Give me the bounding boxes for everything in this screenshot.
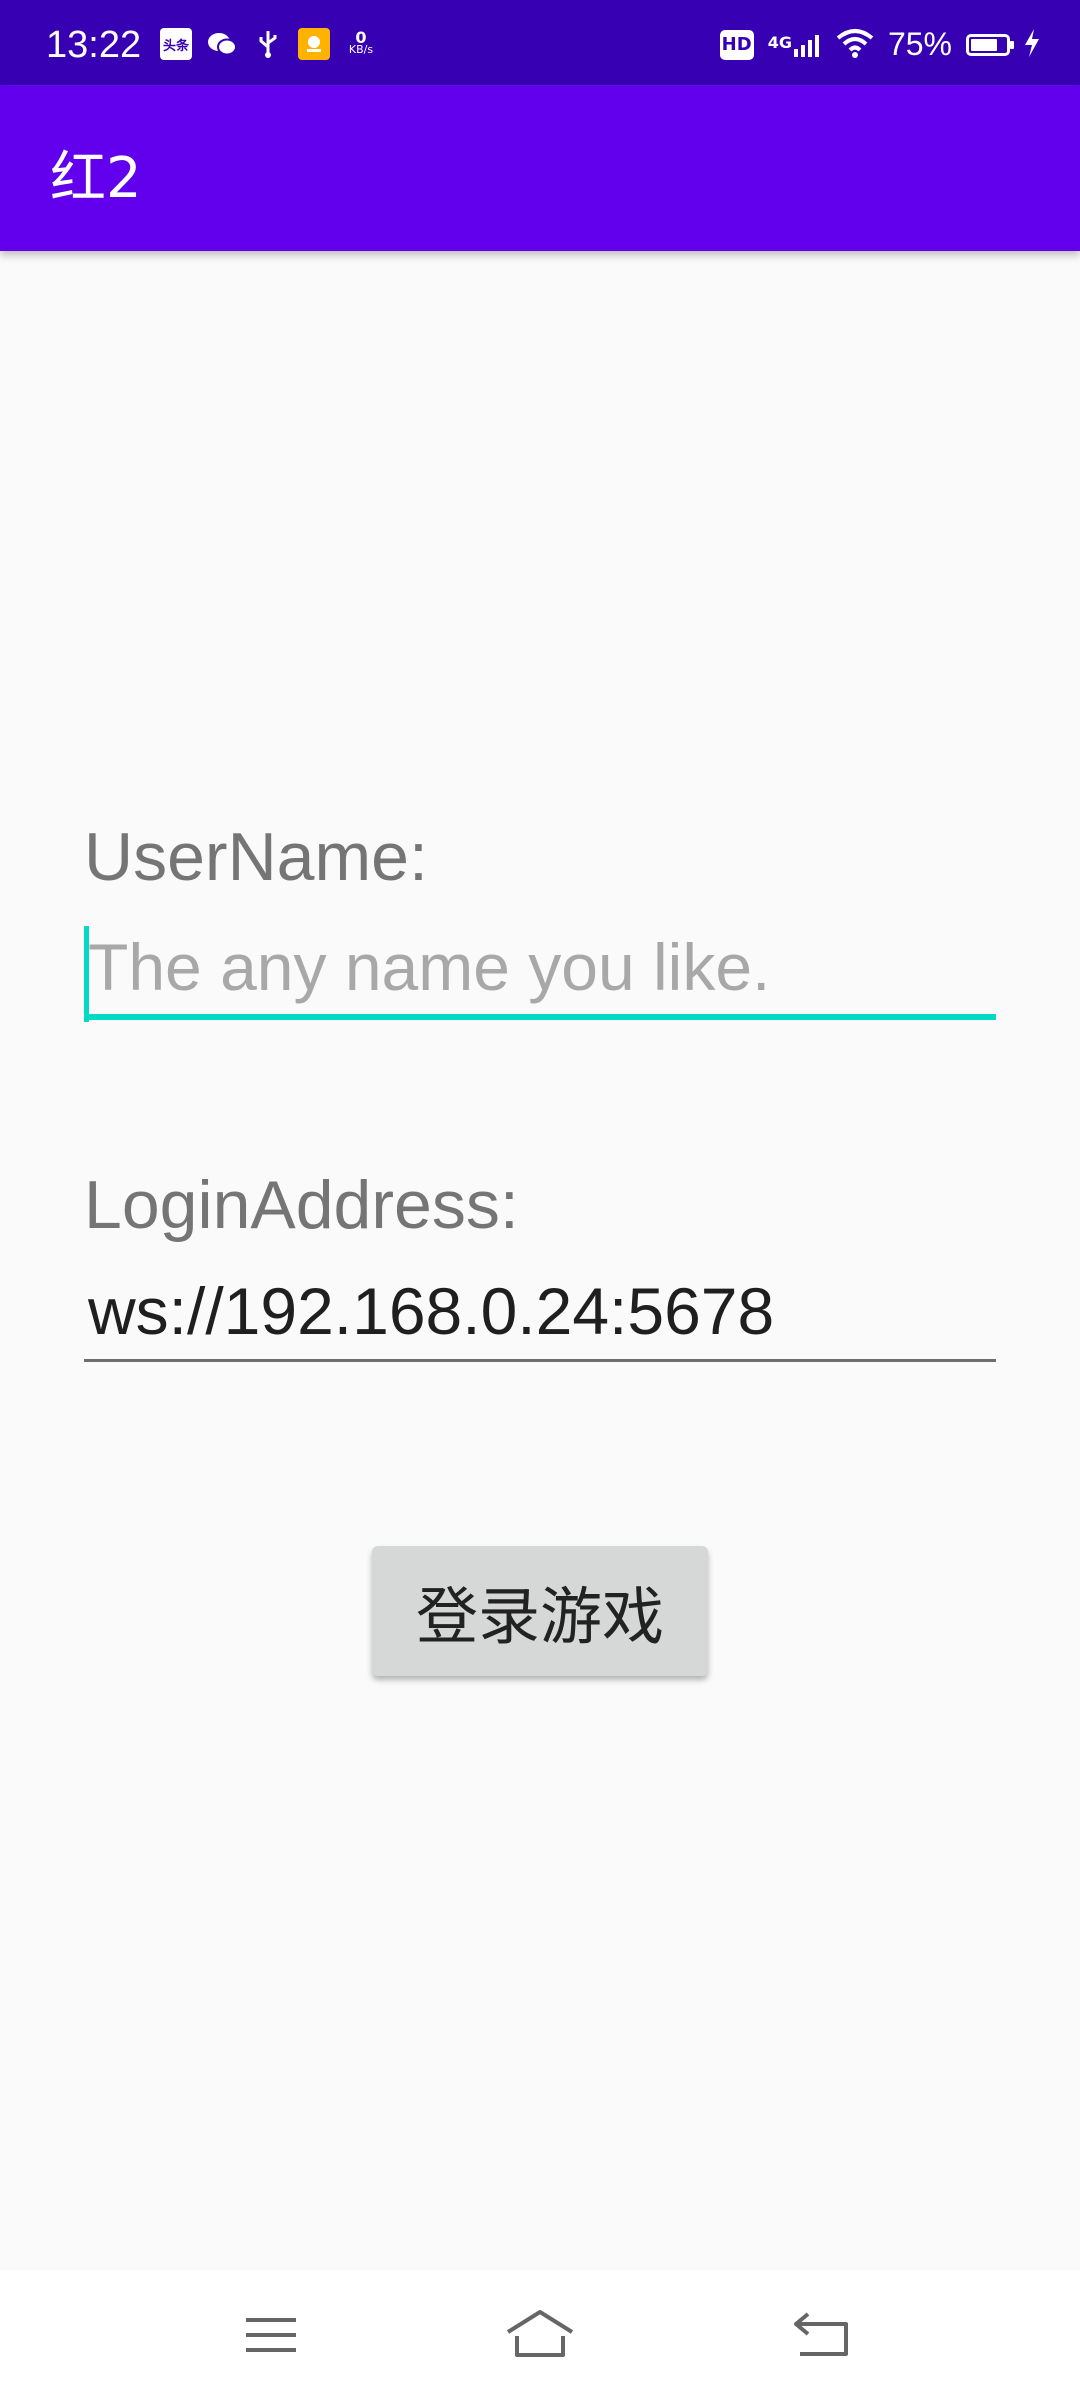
battery-icon [966,33,1014,56]
charging-icon [1024,28,1040,61]
text-cursor [84,926,89,1022]
notification-icons: 头条 0 KB/s [160,28,378,60]
home-icon[interactable] [505,2300,575,2370]
toutiao-icon: 头条 [160,28,192,60]
app-notification-icon [298,28,330,60]
hd-voice-badge: HD [719,29,754,60]
app-bar: 红2 [0,85,1080,251]
wechat-icon [206,28,238,60]
status-bar: 13:22 头条 0 KB/s HD 4G 75% [0,0,1080,85]
system-nav-bar [0,2270,1080,2400]
username-input[interactable] [84,920,996,1020]
menu-icon[interactable] [236,2300,306,2370]
system-status-icons: HD 4G 75% [719,26,1040,63]
network-type-label: 4G [767,32,792,52]
cellular-signal-icon: 4G [768,33,822,57]
net-speed: 0 KB/s [344,30,378,56]
login-game-button[interactable]: 登录游戏 [372,1546,708,1676]
back-icon[interactable] [788,2300,858,2370]
battery-percent: 75% [887,26,952,62]
app-title: 红2 [50,146,142,211]
battery-fill [971,38,997,51]
status-time: 13:22 [46,24,142,66]
login-address-input[interactable] [84,1262,996,1362]
wifi-icon [836,28,874,62]
usb-icon [252,28,284,60]
net-speed-unit: KB/s [348,43,374,56]
username-label: UserName: [84,819,428,895]
login-address-label: LoginAddress: [84,1167,519,1243]
